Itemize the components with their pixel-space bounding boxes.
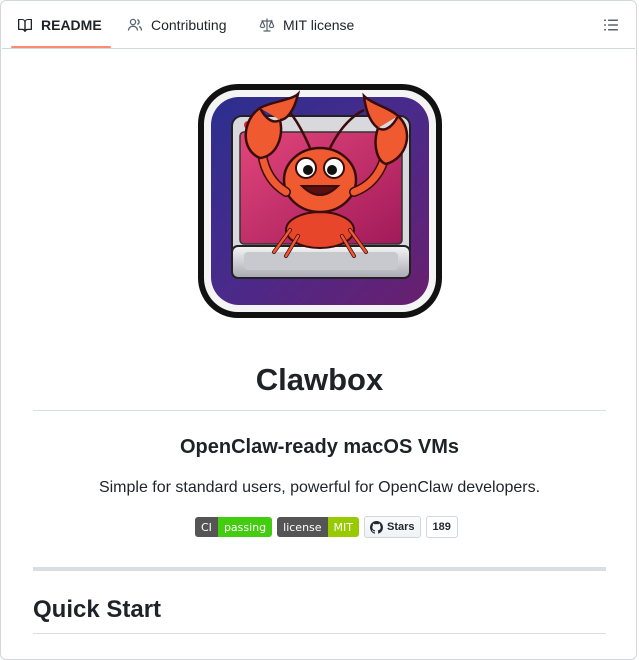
clawbox-logo [194,80,446,324]
readme-tab-bar: README Contributing MIT license [2,2,635,49]
stars-label: Stars [387,521,415,533]
tab-readme-label: README [41,17,102,33]
ci-badge[interactable]: CI passing [195,517,273,537]
github-icon [370,520,384,534]
title-divider [33,410,606,411]
license-badge-label: license [277,517,328,537]
tab-license[interactable]: MIT license [259,2,354,48]
law-icon [259,17,275,33]
license-badge[interactable]: license MIT [277,517,360,537]
section-divider [33,567,606,571]
stars-count[interactable]: 189 [425,516,458,538]
readme-description: Simple for standard users, powerful for … [98,479,541,496]
ci-badge-value: passing [217,517,273,537]
active-tab-indicator [11,46,111,48]
readme-subtitle: OpenClaw-ready macOS VMs [180,436,459,458]
heading-divider [33,633,606,634]
tab-contributing[interactable]: Contributing [127,2,227,48]
tab-contributing-label: Contributing [151,17,227,33]
github-stars-badge[interactable]: Stars 189 [364,516,458,538]
stars-button[interactable]: Stars [364,516,421,538]
license-badge-value: MIT [327,517,360,537]
book-icon [17,17,33,33]
tab-license-label: MIT license [283,17,355,33]
ci-badge-label: CI [195,517,218,537]
people-icon [127,17,143,33]
outline-button[interactable] [603,17,619,33]
tab-readme[interactable]: README [17,2,102,48]
quick-start-heading: Quick Start [33,596,162,623]
badge-row: CI passing license MIT Stars 189 [195,516,458,538]
list-unordered-icon [603,19,619,37]
readme-title: Clawbox [255,362,384,397]
